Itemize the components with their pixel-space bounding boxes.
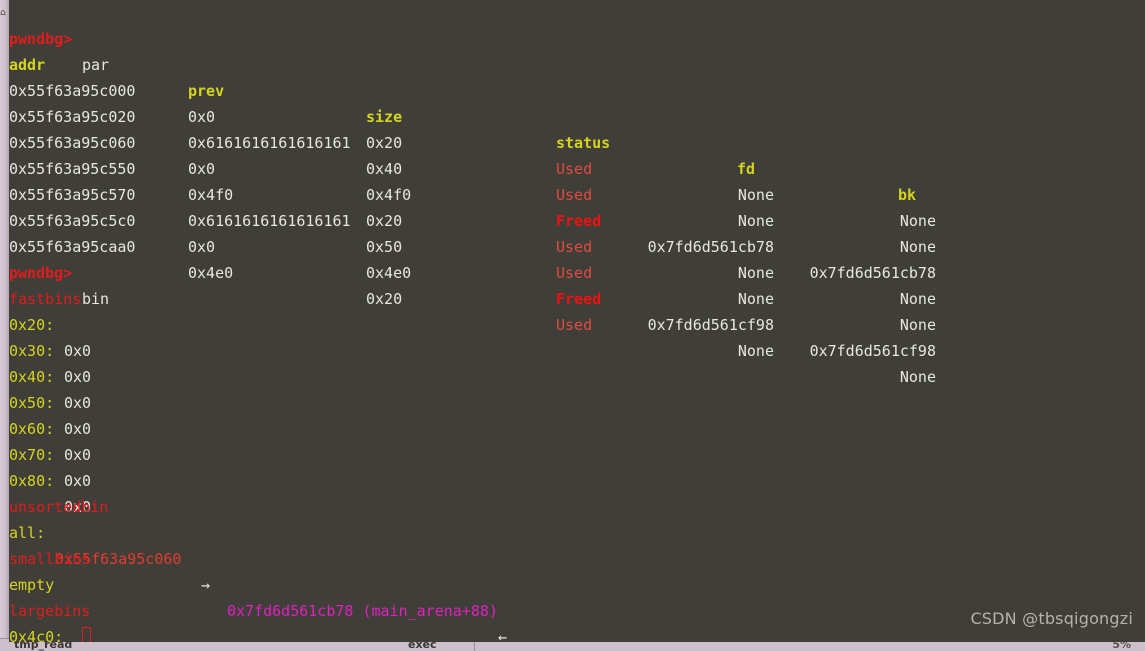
cell-size: 0x20 — [366, 290, 403, 308]
status-badge: Freed — [556, 212, 602, 230]
column-header-prev: prev — [188, 82, 225, 100]
background-window-icon-column: ⌂ ▤ ⚙ □ ≡ ▤ ⌂ ⚙ □ ≡ ▤ ⌂ ⚙ □ ≡ ▤ ⌂ ⚙ □ ≡ … — [0, 8, 9, 18]
table-row[interactable]: 0x55f63a95c550 0x4f0 0x20 Used None None — [9, 130, 936, 308]
cell-prev: 0x0 — [188, 238, 216, 256]
column-header-size: size — [366, 108, 403, 126]
screenshot-root: ⌂ ▤ ⚙ □ ≡ ▤ ⌂ ⚙ □ ≡ ▤ ⌂ ⚙ □ ≡ ▤ ⌂ ⚙ □ ≡ … — [0, 0, 1145, 651]
table-row[interactable]: 0x55f63a95c000 0x0 0x20 Used None None — [9, 52, 936, 230]
arrow-right-icon: → — [201, 576, 211, 594]
fastbin-value: 0x0 — [64, 342, 92, 360]
fastbin-entry: 0x50: 0x0 — [9, 364, 91, 438]
fastbin-entry: 0x30: 0x0 — [9, 312, 91, 386]
cell-prev: 0x0 — [188, 160, 216, 178]
fastbins-heading: fastbins — [9, 260, 81, 308]
cell-fd: None — [737, 186, 774, 204]
fastbin-value: 0x0 — [64, 368, 92, 386]
status-badge: Used — [556, 316, 593, 334]
cell-size: 0x20 — [366, 212, 403, 230]
fastbin-entry: 0x70: 0x0 — [9, 416, 91, 490]
fastbin-value: 0x0 — [64, 420, 92, 438]
status-badge: Used — [556, 186, 593, 204]
cell-bk: None — [899, 238, 936, 256]
column-header-bk: bk — [898, 186, 917, 204]
largebins-heading: largebins — [9, 572, 90, 620]
cell-fd: None — [737, 264, 774, 282]
cell-bk: 0x7fd6d561cf98 — [809, 342, 936, 360]
cell-fd: None — [737, 342, 774, 360]
cell-prev: 0x0 — [188, 108, 216, 126]
command-text-par: par — [82, 56, 110, 74]
fastbin-entry: 0x20: 0x0 — [9, 286, 91, 360]
cell-size: 0x40 — [366, 160, 403, 178]
status-badge: Freed — [556, 290, 602, 308]
cell-size: 0x4e0 — [366, 264, 412, 282]
table-row[interactable]: 0x55f63a95c060 0x0 0x4f0 Freed 0x7fd6d56… — [9, 104, 936, 282]
cell-bk: None — [899, 368, 936, 386]
fastbin-value: 0x0 — [64, 394, 92, 412]
fastbin-entry: 0x40: 0x0 — [9, 338, 91, 412]
csdn-watermark: CSDN @tbsqigongzi — [970, 609, 1133, 628]
command-line-bin: pwndbg> bin — [9, 234, 109, 308]
smallbins-status-row: empty — [9, 546, 63, 594]
command-line-final: pwndbg> — [9, 624, 63, 642]
cell-fd: 0x7fd6d561cb78 — [647, 238, 774, 256]
cell-bk: 0x7fd6d561cb78 — [809, 264, 936, 282]
heap-table-header-row: addr prev size status fd bk — [9, 26, 916, 204]
cell-prev: 0x4e0 — [188, 264, 234, 282]
unsortedbin-heading: unsortedbin — [9, 468, 108, 516]
fastbin-value: 0x0 — [64, 446, 92, 464]
unsortedbin-entry: all: 0x55f63a95c060 → 0x7fd6d561cb78 (ma… — [9, 494, 507, 642]
fastbin-entry: 0x80: 0x0 — [9, 442, 91, 516]
command-text-bin: bin — [82, 290, 110, 308]
status-badge: Used — [556, 160, 593, 178]
cell-prev: 0x4f0 — [188, 186, 234, 204]
column-header-fd: fd — [737, 160, 756, 178]
cell-prev: 0x6161616161616161 — [188, 212, 351, 230]
table-row[interactable]: 0x55f63a95c570 0x6161616161616161 0x50 U… — [9, 156, 936, 334]
cell-fd: None — [737, 212, 774, 230]
cell-prev: 0x6161616161616161 — [188, 134, 351, 152]
cell-fd: None — [737, 290, 774, 308]
terminal-window[interactable]: pwndbg> par addr prev size status fd bk … — [9, 0, 1145, 642]
status-badge: Used — [556, 264, 593, 282]
table-row[interactable]: 0x55f63a95c5c0 0x0 0x4e0 Freed 0x7fd6d56… — [9, 182, 936, 360]
text-cursor[interactable] — [82, 627, 91, 642]
arrow-left-icon: ← — [498, 628, 508, 642]
cell-fd: 0x7fd6d561cf98 — [647, 316, 774, 334]
command-line-par: pwndbg> par — [9, 0, 109, 74]
cell-bk: None — [899, 212, 936, 230]
table-row[interactable]: 0x55f63a95caa0 0x4e0 0x20 Used None None — [9, 208, 936, 386]
column-header-status: status — [556, 134, 611, 152]
cell-bk: None — [899, 290, 936, 308]
fastbin-value: 0x0 — [64, 472, 92, 490]
largebins-entry: 0x4c0: 0x55f63a95c5c0 → 0x7fd6d561cf98 (… — [9, 598, 63, 642]
table-row[interactable]: 0x55f63a95c020 0x6161616161616161 0x40 U… — [9, 78, 936, 256]
status-badge: Used — [556, 238, 593, 256]
cell-size: 0x20 — [366, 134, 403, 152]
cell-size: 0x50 — [366, 238, 403, 256]
cell-bk: None — [899, 316, 936, 334]
cell-size: 0x4f0 — [366, 186, 412, 204]
smallbins-heading: smallbins — [9, 520, 90, 568]
unsortedbin-arena-ptr: 0x7fd6d561cb78 (main_arena+88) — [227, 602, 498, 620]
fastbin-entry: 0x60: 0x0 — [9, 390, 91, 464]
